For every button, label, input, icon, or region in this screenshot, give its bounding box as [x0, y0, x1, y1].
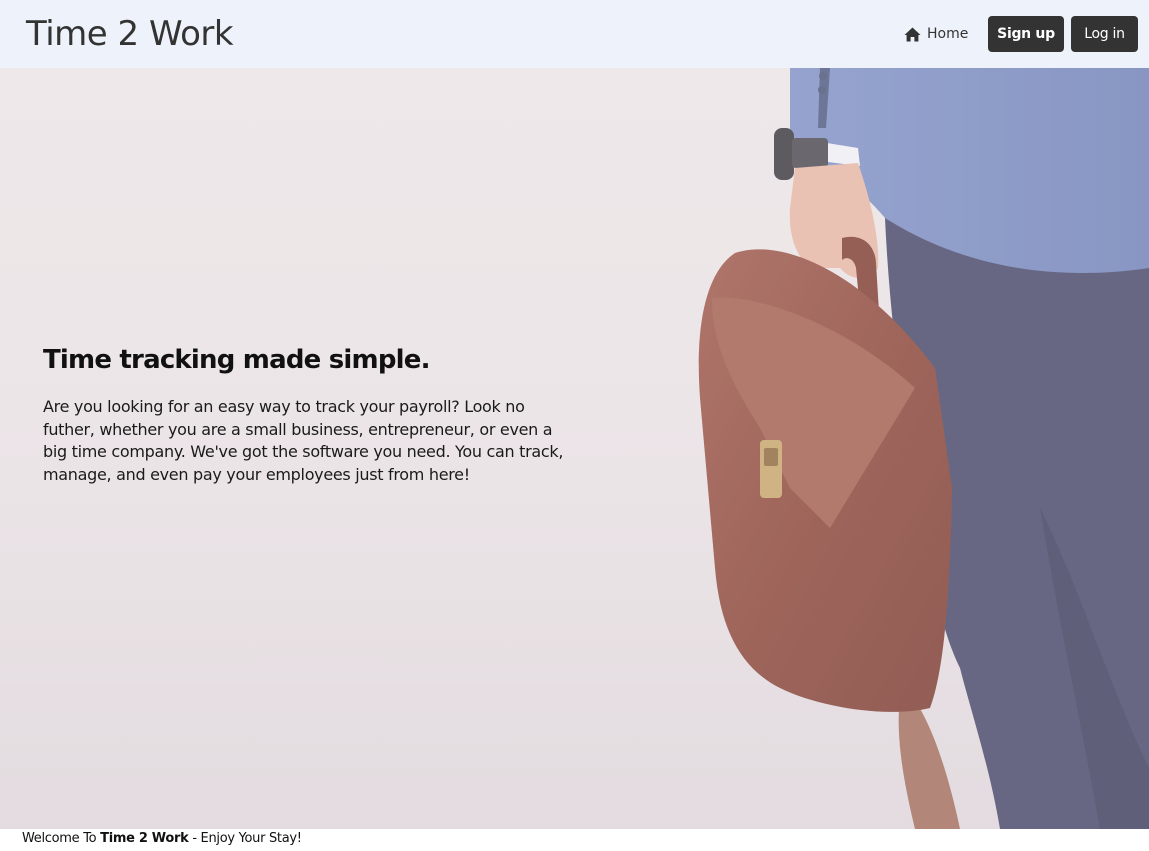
footer-suffix: - Enjoy Your Stay! — [188, 831, 302, 846]
top-navbar: Time 2 Work Home Sign up Log in — [0, 0, 1149, 68]
footer-prefix: Welcome To — [22, 831, 101, 846]
footer-brand: Time 2 Work — [100, 831, 189, 846]
hero-section: Time tracking made simple. Are you looki… — [0, 68, 1149, 829]
signup-button[interactable]: Sign up — [988, 16, 1064, 52]
home-icon — [904, 27, 921, 41]
login-button[interactable]: Log in — [1071, 16, 1138, 52]
brand-logo[interactable]: Time 2 Work — [26, 14, 234, 54]
nav-home-label: Home — [927, 26, 969, 42]
hero-heading: Time tracking made simple. — [43, 345, 430, 375]
footer: Welcome To Time 2 Work - Enjoy Your Stay… — [0, 829, 1149, 851]
hero-text-block: Time tracking made simple. Are you looki… — [43, 344, 573, 486]
nav-home-link[interactable]: Home — [904, 24, 968, 44]
hero-body: Are you looking for an easy way to track… — [43, 397, 564, 484]
